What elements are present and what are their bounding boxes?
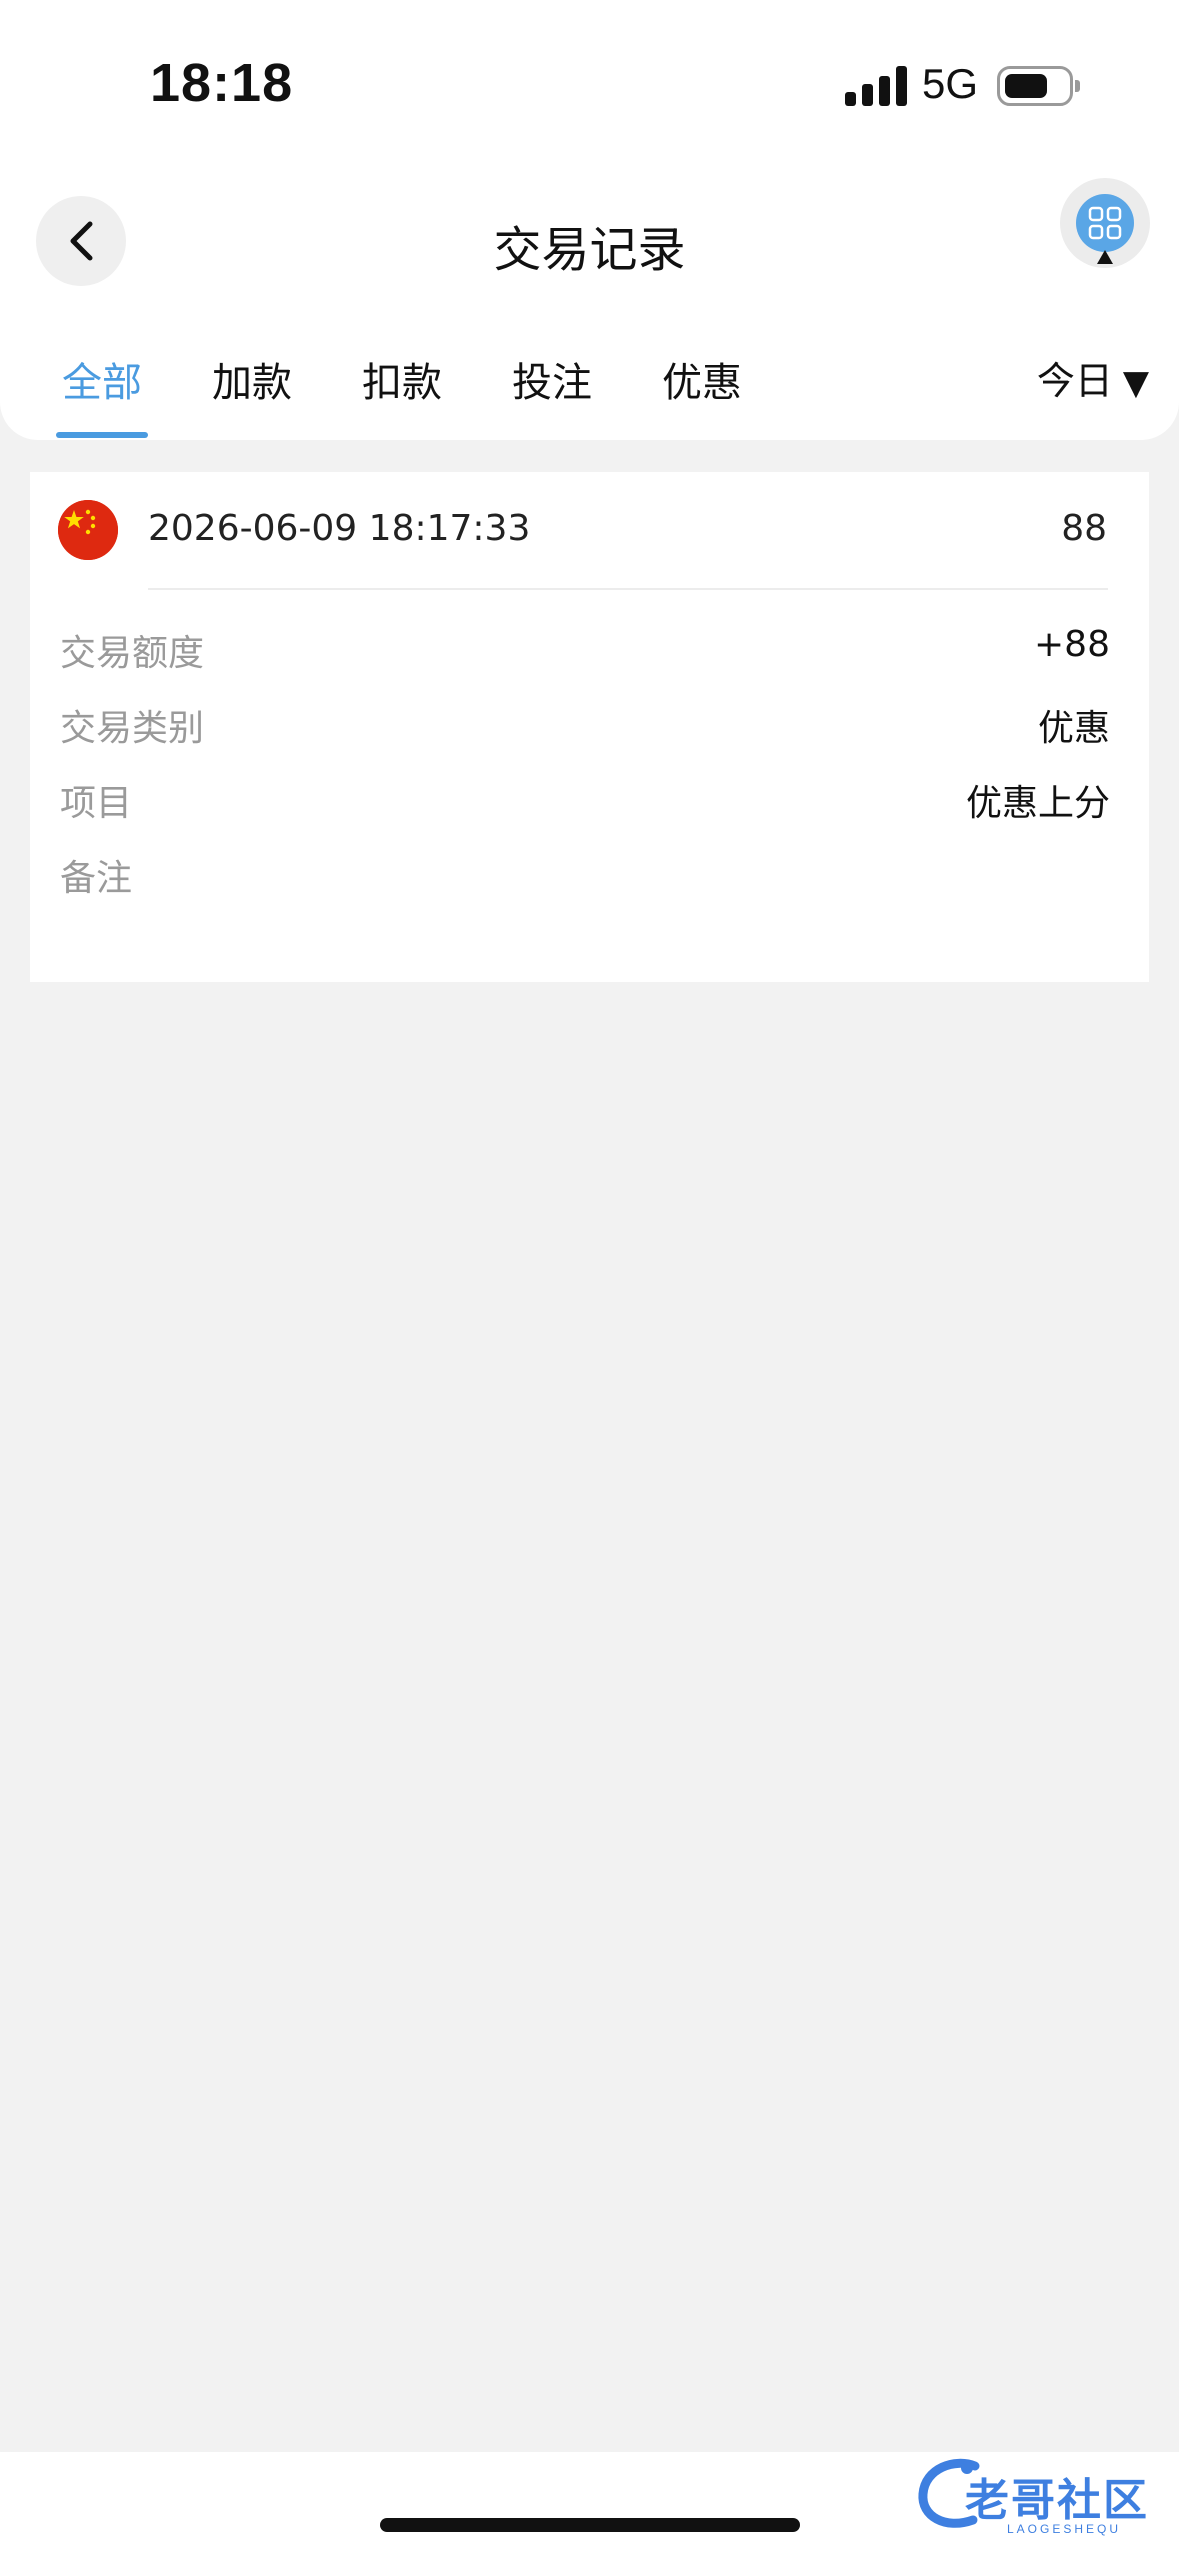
tab-all[interactable]: 全部 bbox=[62, 350, 142, 408]
menu-button[interactable] bbox=[1060, 178, 1150, 268]
field-row-amount: 交易额度 +88 bbox=[60, 624, 1110, 674]
field-row-item: 项目 优惠上分 bbox=[60, 774, 1110, 824]
transaction-card[interactable]: 2026-06-09 18:17:33 88 交易额度 +88 交易类别 优惠 … bbox=[30, 472, 1149, 982]
network-label: 5G bbox=[922, 60, 979, 107]
field-value: 优惠 bbox=[1037, 708, 1110, 749]
signal-icon bbox=[845, 66, 907, 106]
transaction-datetime: 2026-06-09 18:17:33 bbox=[148, 508, 531, 549]
field-row-type: 交易类别 优惠 bbox=[60, 699, 1110, 749]
pointer-icon bbox=[1097, 250, 1113, 264]
tab-promotion[interactable]: 优惠 bbox=[662, 350, 742, 408]
active-tab-indicator bbox=[56, 432, 148, 438]
watermark-text: 老哥社区 bbox=[965, 2475, 1149, 2526]
field-row-remark: 备注 bbox=[60, 849, 1110, 899]
transaction-amount: 88 bbox=[1061, 508, 1107, 549]
home-indicator[interactable] bbox=[380, 2518, 800, 2532]
tab-bar: 全部 加款 扣款 投注 优惠 今日 ▼ bbox=[0, 340, 1179, 440]
header-panel: 18:18 5G 交易记录 全部 加款 扣款 投注 优惠 今日 ▼ bbox=[0, 0, 1179, 440]
divider bbox=[148, 588, 1108, 590]
field-label: 交易额度 bbox=[60, 633, 205, 674]
tab-deposit[interactable]: 加款 bbox=[212, 350, 292, 408]
battery-icon bbox=[997, 66, 1080, 106]
tab-bet[interactable]: 投注 bbox=[512, 350, 592, 408]
field-label: 备注 bbox=[60, 858, 133, 899]
tab-deduction[interactable]: 扣款 bbox=[362, 350, 442, 408]
watermark-logo: 老哥社区 LAOGESHEQU bbox=[915, 2448, 1165, 2548]
watermark-subtext: LAOGESHEQU bbox=[1007, 2522, 1122, 2536]
field-value: +88 bbox=[1034, 624, 1110, 665]
status-time: 18:18 bbox=[150, 53, 294, 113]
date-filter[interactable]: 今日 ▼ bbox=[1037, 350, 1149, 405]
field-label: 交易类别 bbox=[60, 708, 205, 749]
china-flag-icon bbox=[58, 500, 118, 560]
grid-icon bbox=[1088, 206, 1122, 240]
caret-down-icon: ▼ bbox=[1122, 363, 1149, 403]
field-value: 优惠上分 bbox=[965, 783, 1110, 824]
date-filter-label: 今日 bbox=[1036, 359, 1113, 403]
field-label: 项目 bbox=[60, 783, 133, 824]
page-title: 交易记录 bbox=[493, 222, 686, 278]
screen: 18:18 5G 交易记录 全部 加款 扣款 投注 优惠 今日 ▼ 2026-0… bbox=[0, 0, 1179, 2556]
